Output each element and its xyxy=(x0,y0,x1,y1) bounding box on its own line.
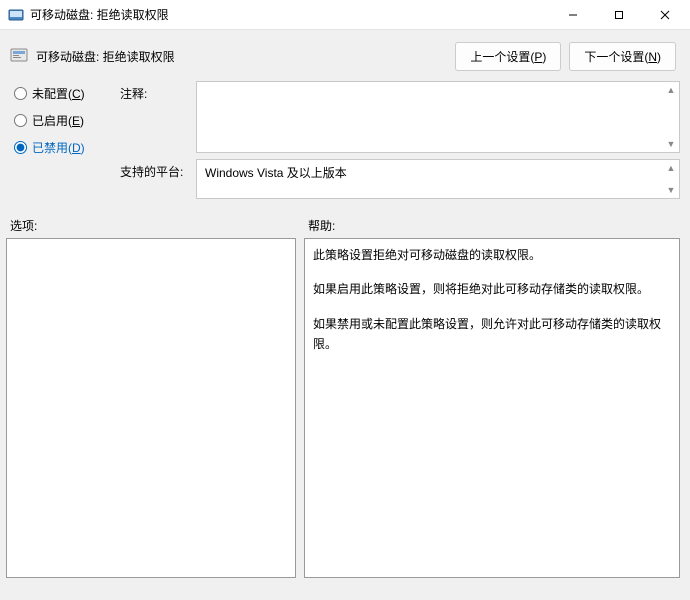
titlebar: 可移动磁盘: 拒绝读取权限 xyxy=(0,0,690,30)
help-paragraph: 此策略设置拒绝对可移动磁盘的读取权限。 xyxy=(313,245,671,265)
platform-label: 支持的平台: xyxy=(120,153,190,199)
help-paragraph: 如果禁用或未配置此策略设置，则允许对此可移动存储类的读取权限。 xyxy=(313,314,671,355)
scroll-up-icon[interactable]: ▲ xyxy=(665,162,677,174)
scroll-down-icon[interactable]: ▼ xyxy=(665,138,677,150)
comment-label: 注释: xyxy=(120,81,190,153)
policy-icon xyxy=(10,47,30,67)
minimize-button[interactable] xyxy=(550,0,596,30)
scroll-down-icon[interactable]: ▼ xyxy=(665,184,677,196)
options-label: 选项: xyxy=(10,217,300,234)
help-paragraph: 如果启用此策略设置，则将拒绝对此可移动存储类的读取权限。 xyxy=(313,279,671,299)
radio-disabled[interactable]: 已禁用(D) xyxy=(14,139,114,156)
help-label: 帮助: xyxy=(308,217,678,234)
platform-textbox: Windows Vista 及以上版本 ▲ ▼ xyxy=(196,159,680,199)
state-radio-group: 未配置(C) 已启用(E) 已禁用(D) xyxy=(14,81,114,199)
radio-not-configured[interactable]: 未配置(C) xyxy=(14,85,114,102)
next-setting-button[interactable]: 下一个设置(N) xyxy=(569,42,676,71)
radio-enabled[interactable]: 已启用(E) xyxy=(14,112,114,129)
help-pane[interactable]: 此策略设置拒绝对可移动磁盘的读取权限。 如果启用此策略设置，则将拒绝对此可移动存… xyxy=(304,238,680,578)
options-pane[interactable] xyxy=(6,238,296,578)
previous-setting-button[interactable]: 上一个设置(P) xyxy=(455,42,561,71)
scroll-up-icon[interactable]: ▲ xyxy=(665,84,677,96)
comment-textbox[interactable]: ▲ ▼ xyxy=(196,81,680,153)
window-title: 可移动磁盘: 拒绝读取权限 xyxy=(30,6,169,23)
app-icon xyxy=(8,7,24,23)
header-row: 可移动磁盘: 拒绝读取权限 上一个设置(P) 下一个设置(N) xyxy=(0,30,690,81)
maximize-button[interactable] xyxy=(596,0,642,30)
platform-value: Windows Vista 及以上版本 xyxy=(205,166,347,180)
policy-title: 可移动磁盘: 拒绝读取权限 xyxy=(36,48,447,65)
close-button[interactable] xyxy=(642,0,688,30)
